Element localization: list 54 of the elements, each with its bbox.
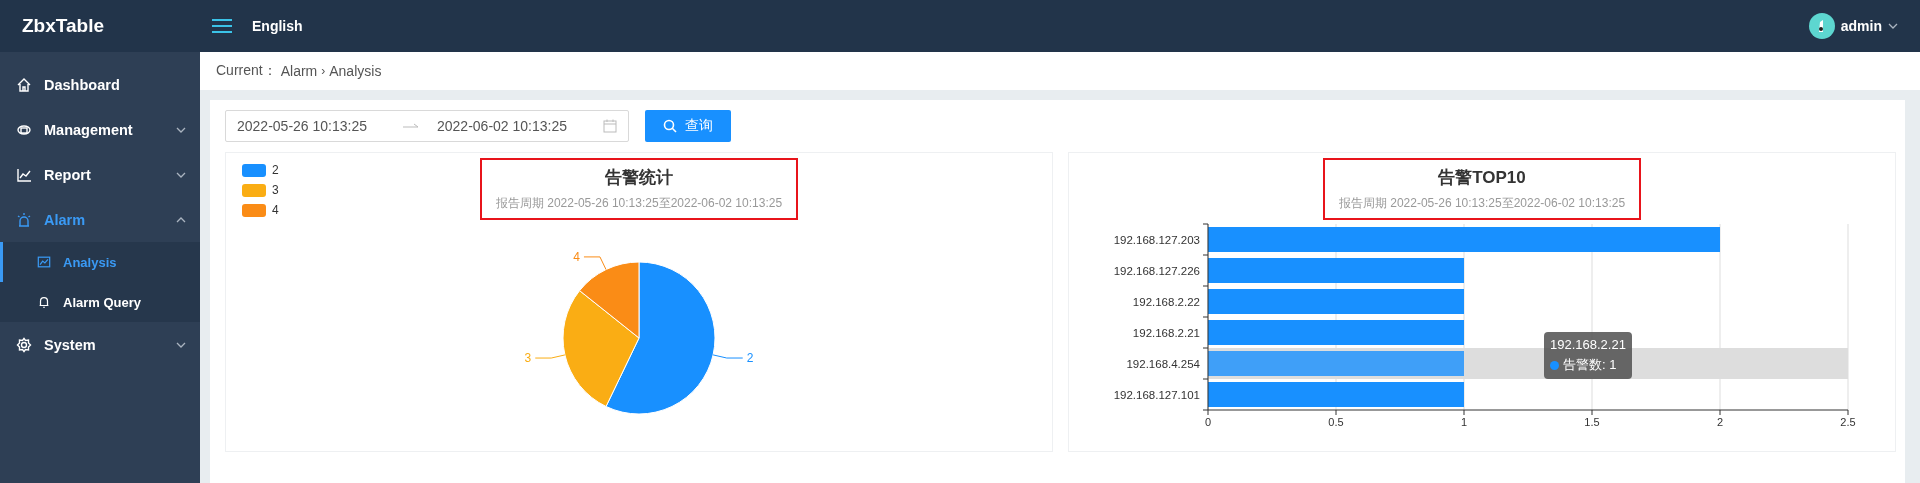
avatar[interactable] [1808, 13, 1835, 39]
category-label: 192.168.4.254 [1126, 357, 1200, 370]
sidebar-item[interactable]: Report [0, 152, 200, 197]
category-label: 192.168.127.203 [1113, 233, 1200, 246]
breadcrumb-link[interactable]: Alarm [280, 63, 318, 79]
tooltip-value: 告警数: 1 [1563, 356, 1617, 374]
slice-label: 3 [524, 351, 532, 366]
legend-label[interactable]: 3 [272, 183, 279, 197]
tick-label: 0 [1204, 416, 1212, 428]
leader-line [712, 354, 744, 359]
sidebar-item[interactable]: Management [0, 107, 200, 152]
sidebar-icon [16, 76, 32, 93]
sidebar-icon [16, 211, 32, 228]
chevron-down-icon[interactable] [1888, 21, 1898, 31]
sidebar-item[interactable]: Dashboard [0, 62, 200, 107]
legend-swatch[interactable] [242, 163, 266, 177]
category-label: 192.168.127.101 [1113, 388, 1200, 401]
sidebar-item[interactable]: Alarm [0, 197, 200, 242]
sidebar-icon [16, 336, 32, 353]
chart-title: 告警统计 [605, 167, 673, 189]
tick-label: 2.5 [1840, 416, 1856, 428]
tick-label: 0.5 [1328, 416, 1344, 428]
app-title: ZbxTable [22, 15, 104, 37]
breadcrumb-link[interactable]: Analysis [329, 63, 382, 79]
chart-subtitle: 报告周期 2022-05-26 10:13:25至2022-06-02 10:13:25 [1338, 195, 1626, 212]
tick-label: 1.5 [1584, 416, 1600, 428]
breadcrumb-separator: › [321, 64, 326, 78]
search-icon [663, 119, 677, 133]
legend-label[interactable]: 2 [272, 163, 279, 177]
menu-icon[interactable] [212, 18, 232, 34]
submenu-icon [37, 295, 51, 309]
tick-label: 1 [1460, 416, 1468, 428]
category-label: 192.168.2.21 [1132, 326, 1200, 339]
tick-label: 2 [1716, 416, 1724, 428]
chart-title: 告警TOP10 [1438, 167, 1526, 189]
slice-label: 4 [573, 249, 580, 264]
language-selector[interactable]: English [252, 18, 303, 34]
legend-swatch[interactable] [242, 203, 266, 217]
tooltip-title: 192.168.2.21 [1550, 337, 1626, 352]
sidebar-item[interactable]: System [0, 322, 200, 367]
legend-label[interactable]: 4 [272, 203, 279, 217]
submenu-icon [37, 255, 51, 269]
sidebar-icon [16, 166, 32, 183]
slice-label: 2 [746, 351, 754, 365]
date-range-field[interactable]: 2022-05-26 10:13:25 2022-06-02 10:13:25 [225, 110, 629, 142]
leader-line [534, 354, 566, 359]
breadcrumb-label: Current： [216, 62, 277, 80]
user-name[interactable]: admin [1840, 18, 1882, 34]
category-label: 192.168.2.22 [1132, 295, 1200, 308]
leader-line [583, 256, 607, 271]
chart-subtitle: 报告周期 2022-05-26 10:13:25至2022-06-02 10:13:25 [495, 195, 783, 212]
category-label: 192.168.127.226 [1113, 264, 1200, 277]
legend-swatch[interactable] [242, 183, 266, 197]
submenu-item[interactable]: Alarm Query [0, 282, 200, 322]
